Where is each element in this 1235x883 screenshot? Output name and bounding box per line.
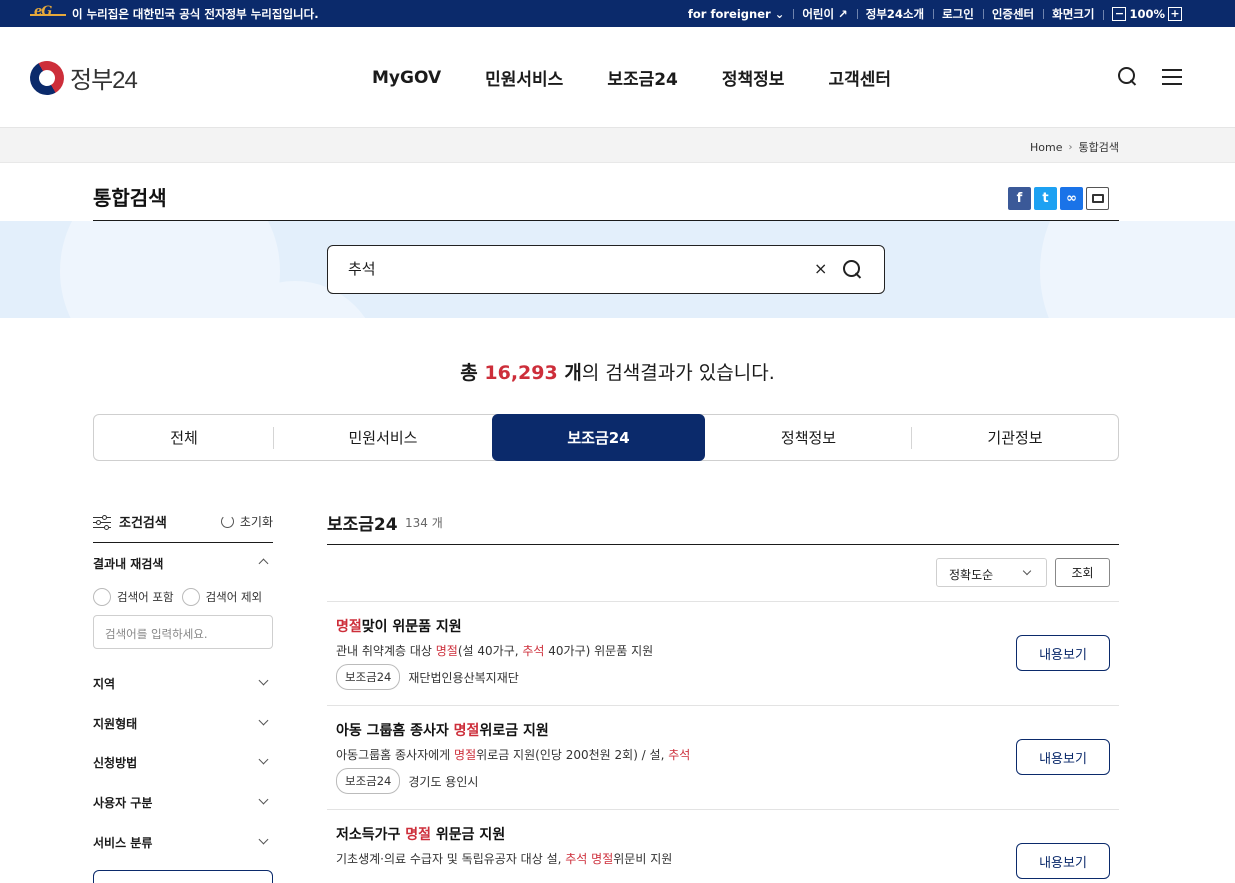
search-icon[interactable] bbox=[1117, 66, 1139, 88]
results-title: 보조금24 bbox=[327, 515, 398, 535]
results-header: 보조금24 134 개 bbox=[327, 508, 1119, 545]
list-item: 아동 그룹홈 종사자 명절위로금 지원 아동그룹홈 종사자에게 명절위로금 지원… bbox=[327, 706, 1119, 810]
chevron-down-icon: ⌄ bbox=[774, 6, 785, 21]
copy-link-icon[interactable]: ∞ bbox=[1060, 187, 1083, 210]
chevron-down-icon bbox=[258, 715, 269, 726]
main-nav: MyGOV 민원서비스 보조금24 정책정보 고객센터 bbox=[372, 27, 935, 128]
filter-user-type[interactable]: 사용자 구분 bbox=[93, 794, 273, 812]
nav-subsidy24[interactable]: 보조금24 bbox=[607, 65, 678, 90]
chevron-up-icon bbox=[258, 558, 269, 569]
egov-logo-icon: eG bbox=[30, 4, 66, 21]
link-kids[interactable]: 어린이 ↗ bbox=[793, 6, 856, 22]
list-item: 저소득가구 명절 위문금 지원 기초생계·의료 수급자 및 독립유공자 대상 설… bbox=[327, 810, 1119, 883]
gov-notice[interactable]: 이 누리집은 대한민국 공식 전자정부 누리집입니다. bbox=[72, 6, 319, 22]
search-input[interactable] bbox=[348, 259, 788, 277]
result-count-text: 총 16,293 개의 검색결과가 있습니다. bbox=[460, 362, 775, 384]
link-login[interactable]: 로그인 bbox=[933, 6, 983, 22]
tab-subsidy24[interactable]: 보조금24 bbox=[492, 414, 705, 461]
breadcrumb-current: 통합검색 bbox=[1078, 141, 1119, 154]
tab-all[interactable]: 전체 bbox=[94, 415, 274, 460]
chevron-down-icon bbox=[258, 675, 269, 686]
nav-mygov[interactable]: MyGOV bbox=[372, 68, 441, 88]
search-submit-icon[interactable] bbox=[842, 259, 864, 281]
chevron-down-icon bbox=[258, 754, 269, 765]
zoom-out-button[interactable]: − bbox=[1112, 6, 1127, 21]
item-title[interactable]: 저소득가구 명절 위문금 지원 bbox=[336, 824, 505, 844]
twitter-share-icon[interactable]: t bbox=[1034, 187, 1057, 210]
breadcrumb-band: Home › 통합검색 bbox=[0, 128, 1235, 163]
chevron-down-icon bbox=[258, 794, 269, 805]
category-badge: 보조금24 bbox=[336, 664, 401, 690]
results-count: 134 개 bbox=[405, 516, 443, 530]
item-description: 관내 취약계층 대상 명절(설 40가구, 추석 40가구) 위문품 지원 bbox=[336, 644, 654, 658]
filter-research[interactable]: 결과내 재검색 bbox=[93, 555, 273, 573]
breadcrumb: Home › 통합검색 bbox=[1030, 139, 1119, 155]
filter-support-type[interactable]: 지원형태 bbox=[93, 715, 273, 733]
nav-policy-info[interactable]: 정책정보 bbox=[722, 65, 785, 90]
filter-header: 조건검색 초기화 bbox=[93, 508, 273, 543]
nav-customer-center[interactable]: 고객센터 bbox=[828, 65, 891, 90]
facebook-share-icon[interactable]: f bbox=[1008, 187, 1031, 210]
logo-text: 정부24 bbox=[70, 67, 138, 94]
link-about[interactable]: 정부24소개 bbox=[856, 6, 933, 22]
zoom-in-button[interactable]: + bbox=[1168, 6, 1182, 21]
page-title: 통합검색 bbox=[93, 186, 167, 210]
search-band: × bbox=[0, 221, 1235, 318]
item-title[interactable]: 명절맞이 위문품 지원 bbox=[336, 616, 462, 636]
breadcrumb-home[interactable]: Home bbox=[1030, 141, 1062, 154]
sort-select[interactable]: 정확도순 bbox=[936, 558, 1047, 587]
nav-civil-service[interactable]: 민원서비스 bbox=[485, 65, 563, 90]
chevron-down-icon bbox=[258, 834, 269, 845]
site-header: 정부24 MyGOV 민원서비스 보조금24 정책정보 고객센터 bbox=[0, 27, 1235, 128]
item-description: 기초생계·의료 수급자 및 독립유공자 대상 설, 추석 명절위문비 지원 bbox=[336, 852, 673, 866]
radio-include[interactable]: 검색어 포함 bbox=[93, 588, 174, 606]
tab-policy-info[interactable]: 정책정보 bbox=[705, 415, 912, 460]
item-org: 경기도 용인시 bbox=[408, 774, 479, 789]
query-button[interactable]: 조회 bbox=[1055, 558, 1110, 587]
site-logo[interactable]: 정부24 bbox=[23, 54, 138, 101]
filter-region[interactable]: 지역 bbox=[93, 675, 273, 693]
radio-exclude[interactable]: 검색어 제외 bbox=[181, 588, 262, 606]
print-icon[interactable] bbox=[1086, 187, 1109, 210]
share-tools: f t ∞ bbox=[1008, 187, 1109, 210]
view-details-button[interactable]: 내용보기 bbox=[1016, 843, 1110, 879]
refresh-icon bbox=[220, 515, 234, 528]
filter-apply-button[interactable] bbox=[93, 870, 273, 883]
external-link-icon: ↗ bbox=[838, 6, 848, 21]
zoom-level: 100% bbox=[1129, 6, 1165, 21]
filter-apply-method[interactable]: 신청방법 bbox=[93, 754, 273, 772]
link-foreigner[interactable]: for foreigner ⌄ bbox=[679, 7, 793, 21]
chevron-down-icon bbox=[1022, 566, 1032, 576]
chevron-right-icon: › bbox=[1068, 141, 1073, 153]
list-item: 명절맞이 위문품 지원 관내 취약계층 대상 명절(설 40가구, 추석 40가… bbox=[327, 602, 1119, 706]
hamburger-menu-icon[interactable] bbox=[1161, 66, 1183, 88]
filter-service-category[interactable]: 서비스 분류 bbox=[93, 834, 273, 852]
view-details-button[interactable]: 내용보기 bbox=[1016, 739, 1110, 775]
result-count-number: 16,293 bbox=[484, 362, 558, 384]
research-options: 검색어 포함 검색어 제외 bbox=[93, 588, 262, 606]
reset-button[interactable]: 초기화 bbox=[220, 513, 273, 530]
search-box: × bbox=[327, 245, 885, 294]
view-details-button[interactable]: 내용보기 bbox=[1016, 635, 1110, 671]
zoom-label: 화면크기 bbox=[1043, 6, 1103, 22]
gov-banner: eG 이 누리집은 대한민국 공식 전자정부 누리집입니다. for forei… bbox=[0, 0, 1235, 27]
tab-civil-service[interactable]: 민원서비스 bbox=[274, 415, 492, 460]
clear-search-icon[interactable]: × bbox=[814, 259, 827, 278]
sliders-icon bbox=[93, 514, 111, 530]
category-tabs: 전체 민원서비스 보조금24 정책정보 기관정보 bbox=[93, 414, 1119, 461]
category-badge: 보조금24 bbox=[336, 768, 401, 794]
item-title[interactable]: 아동 그룹홈 종사자 명절위로금 지원 bbox=[336, 720, 549, 740]
link-cert-center[interactable]: 인증센터 bbox=[982, 6, 1043, 22]
filter-title: 조건검색 bbox=[119, 516, 167, 531]
zoom-control: − 100% + bbox=[1103, 6, 1182, 21]
item-org: 재단법인용산복지재단 bbox=[408, 670, 519, 685]
research-input[interactable]: 검색어를 입력하세요. bbox=[93, 615, 273, 649]
item-description: 아동그룹홈 종사자에게 명절위로금 지원(인당 200천원 2회) / 설, 추… bbox=[336, 748, 691, 762]
taegeuk-icon bbox=[23, 54, 71, 101]
tab-org-info[interactable]: 기관정보 bbox=[912, 415, 1118, 460]
